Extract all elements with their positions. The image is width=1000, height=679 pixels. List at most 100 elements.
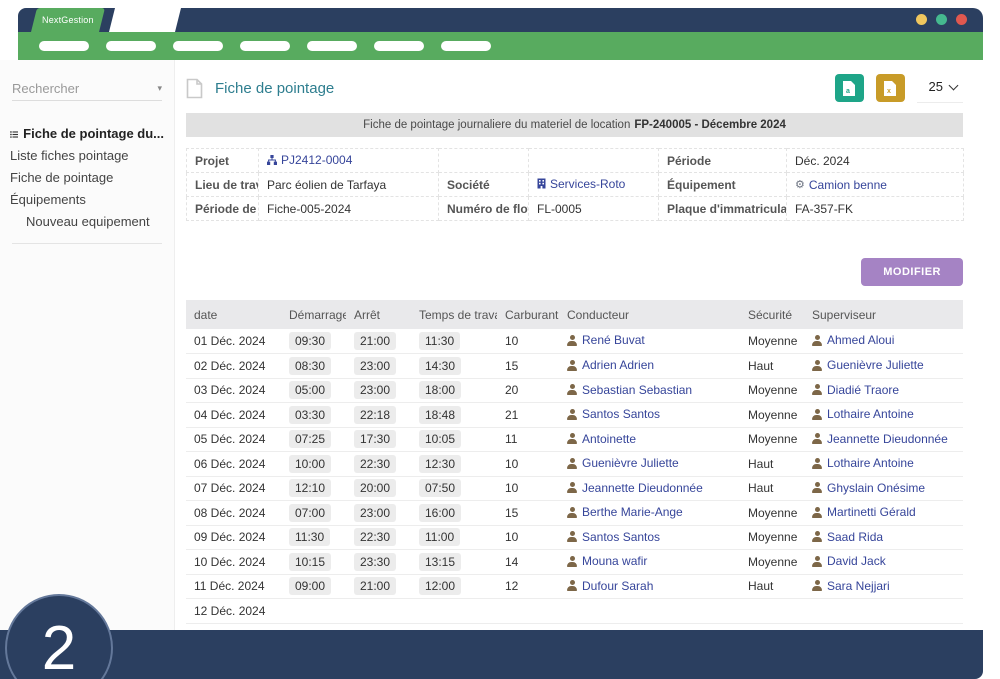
time-badge: 22:30 bbox=[354, 528, 396, 546]
supervisor-link[interactable]: Lothaire Antoine bbox=[812, 456, 914, 470]
time-badge: 11:30 bbox=[419, 332, 460, 350]
time-badge: 03:30 bbox=[289, 406, 331, 424]
time-badge: 22:30 bbox=[354, 455, 396, 473]
info-value: FA-357-FK bbox=[787, 197, 964, 221]
sidebar-item-nouveau-equipement[interactable]: Nouveau equipement bbox=[0, 211, 174, 233]
table-row: 10 Déc. 2024 10:15 23:30 13:15 14 Mouna … bbox=[186, 550, 963, 575]
supervisor-link[interactable]: Lothaire Antoine bbox=[812, 407, 914, 421]
nav-pill[interactable] bbox=[240, 41, 290, 51]
brand-tab[interactable]: NextGestion bbox=[31, 8, 105, 32]
time-badge: 11:30 bbox=[289, 528, 330, 546]
info-value: ⚙ Camion benne bbox=[787, 173, 964, 197]
table-row: 06 Déc. 2024 10:00 22:30 12:30 10 Gueniè… bbox=[186, 452, 963, 477]
time-badge: 10:00 bbox=[289, 455, 331, 473]
minimize-dot-icon[interactable] bbox=[916, 14, 927, 25]
person-icon bbox=[812, 433, 822, 444]
person-icon bbox=[812, 482, 822, 493]
time-badge: 17:30 bbox=[354, 430, 396, 448]
person-icon bbox=[567, 360, 577, 371]
col-header-fuel: Carburant bbox=[497, 300, 559, 329]
sidebar-item-label: Équipements bbox=[10, 192, 86, 207]
nav-pill[interactable] bbox=[173, 41, 223, 51]
time-badge: 07:00 bbox=[289, 504, 331, 522]
col-header-supervisor: Superviseur bbox=[804, 300, 963, 329]
close-dot-icon[interactable] bbox=[956, 14, 967, 25]
info-table: Projet PJ2412-0004 bbox=[186, 148, 963, 221]
nav-pill[interactable] bbox=[307, 41, 357, 51]
supervisor-link[interactable]: Sara Nejjari bbox=[812, 579, 890, 593]
table-row: 07 Déc. 2024 12:10 20:00 07:50 10 Jeanne… bbox=[186, 476, 963, 501]
info-row: Période de référence Fiche-005-2024 Numé… bbox=[187, 197, 964, 221]
main-navbar bbox=[18, 32, 983, 60]
info-label: Lieu de travail bbox=[187, 173, 259, 197]
supervisor-link[interactable]: Ghyslain Onésime bbox=[812, 481, 925, 495]
driver-link[interactable]: Antoinette bbox=[567, 432, 636, 446]
person-icon bbox=[567, 556, 577, 567]
info-label: Plaque d'immatriculation bbox=[659, 197, 787, 221]
sidebar-item-fiche-pointage[interactable]: Fiche de pointage bbox=[0, 167, 174, 189]
supervisor-link[interactable]: Ahmed Aloui bbox=[812, 333, 894, 347]
info-value: PJ2412-0004 bbox=[259, 149, 439, 173]
modifier-button[interactable]: MODIFIER bbox=[861, 258, 963, 286]
search-select[interactable]: Rechercher ▾ bbox=[12, 76, 162, 101]
driver-link[interactable]: Sebastian Sebastian bbox=[567, 383, 692, 397]
info-row: Projet PJ2412-0004 bbox=[187, 149, 964, 173]
sidebar-item-equipements[interactable]: Équipements bbox=[0, 189, 174, 211]
export-pdf-button[interactable]: a bbox=[835, 74, 864, 102]
sidebar-menu: Fiche de pointage du... Liste fiches poi… bbox=[0, 123, 174, 244]
driver-link[interactable]: Dufour Sarah bbox=[567, 579, 653, 593]
table-header: date Démarrage Arrêt Temps de travail Ca… bbox=[186, 300, 963, 329]
person-icon bbox=[812, 384, 822, 395]
nav-pill[interactable] bbox=[106, 41, 156, 51]
list-icon bbox=[10, 129, 18, 140]
driver-link[interactable]: Jeannette Dieudonnée bbox=[567, 481, 703, 495]
driver-link[interactable]: Berthe Marie-Ange bbox=[567, 505, 683, 519]
nav-pill[interactable] bbox=[441, 41, 491, 51]
time-badge: 07:25 bbox=[289, 430, 331, 448]
col-header-start: Démarrage bbox=[281, 300, 346, 329]
driver-link[interactable]: Mouna wafir bbox=[567, 554, 647, 568]
time-badge: 23:00 bbox=[354, 381, 396, 399]
supervisor-link[interactable]: Diadié Traore bbox=[812, 383, 899, 397]
person-icon bbox=[567, 531, 577, 542]
driver-link[interactable]: Guenièvre Juliette bbox=[567, 456, 679, 470]
ghost-tab bbox=[109, 8, 181, 32]
supervisor-link[interactable]: Martinetti Gérald bbox=[812, 505, 916, 519]
nav-pill[interactable] bbox=[39, 41, 89, 51]
project-link[interactable]: PJ2412-0004 bbox=[267, 153, 352, 167]
supervisor-link[interactable]: David Jack bbox=[812, 554, 886, 568]
supervisor-link[interactable]: Saad Rida bbox=[812, 530, 883, 544]
toolbar: Fiche de pointage a x 25 bbox=[186, 73, 963, 103]
sidebar-divider bbox=[12, 243, 162, 244]
person-icon bbox=[567, 482, 577, 493]
person-icon bbox=[812, 531, 822, 542]
building-icon bbox=[537, 178, 546, 189]
driver-link[interactable]: Santos Santos bbox=[567, 407, 660, 421]
search-placeholder: Rechercher bbox=[12, 81, 79, 96]
svg-text:a: a bbox=[846, 88, 850, 95]
time-badge: 23:00 bbox=[354, 504, 396, 522]
table-row: 01 Déc. 2024 09:30 21:00 11:30 10 René B… bbox=[186, 329, 963, 354]
driver-link[interactable]: Adrien Adrien bbox=[567, 358, 654, 372]
info-value bbox=[529, 149, 659, 173]
driver-link[interactable]: René Buvat bbox=[567, 333, 645, 347]
sheet-banner: Fiche de pointage journaliere du materie… bbox=[186, 113, 963, 137]
supervisor-link[interactable]: Guenièvre Juliette bbox=[812, 358, 924, 372]
sidebar-item-fiche-du-jour[interactable]: Fiche de pointage du... bbox=[0, 123, 174, 145]
driver-link[interactable]: Santos Santos bbox=[567, 530, 660, 544]
person-icon bbox=[812, 580, 822, 591]
nav-pill[interactable] bbox=[374, 41, 424, 51]
equipment-link[interactable]: ⚙ Camion benne bbox=[795, 178, 887, 192]
page-size-select[interactable]: 25 bbox=[917, 74, 963, 103]
export-excel-button[interactable]: x bbox=[876, 74, 905, 102]
supervisor-link[interactable]: Jeannette Dieudonnée bbox=[812, 432, 948, 446]
sitemap-icon bbox=[267, 155, 277, 165]
sidebar-item-label: Fiche de pointage bbox=[10, 170, 113, 185]
info-value: Fiche-005-2024 bbox=[259, 197, 439, 221]
time-badge: 18:00 bbox=[419, 381, 461, 399]
maximize-dot-icon[interactable] bbox=[936, 14, 947, 25]
company-link[interactable]: Services-Roto bbox=[537, 177, 625, 191]
time-badge: 09:00 bbox=[289, 577, 331, 595]
time-badge: 18:48 bbox=[419, 406, 461, 424]
sidebar-item-liste-fiches[interactable]: Liste fiches pointage bbox=[0, 145, 174, 167]
